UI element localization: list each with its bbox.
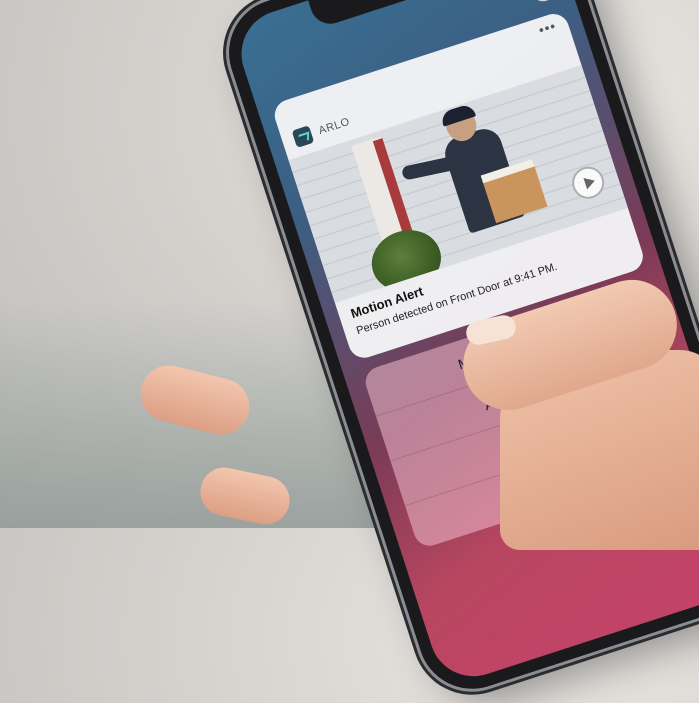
more-options-icon[interactable]: ••• — [537, 17, 559, 38]
phone-notch — [308, 0, 481, 29]
arlo-logo-icon — [291, 125, 315, 148]
camera-snapshot[interactable] — [288, 65, 628, 303]
app-name: ARLO — [317, 115, 352, 138]
close-button[interactable]: × — [526, 0, 560, 5]
